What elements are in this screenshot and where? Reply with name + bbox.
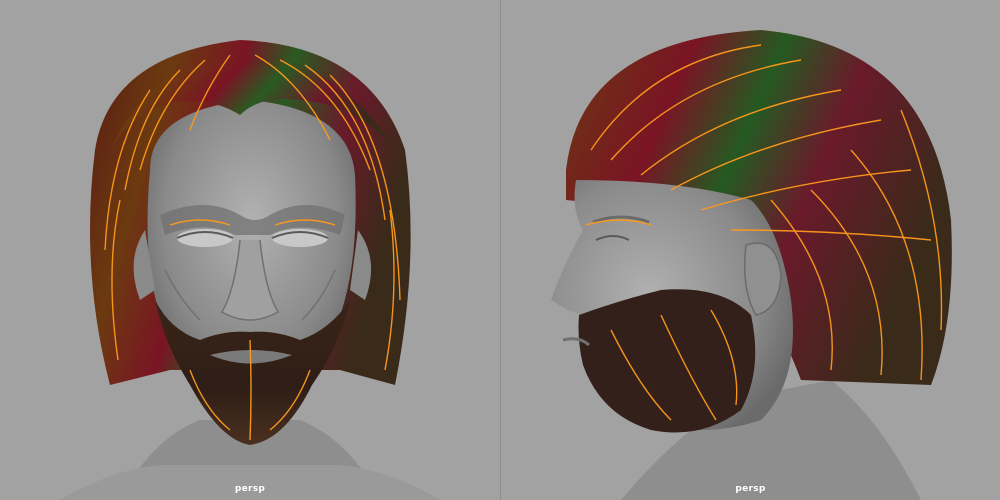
viewport-front[interactable]: persp: [0, 0, 500, 500]
camera-label: persp: [234, 484, 266, 494]
camera-label: persp: [735, 484, 766, 494]
front-head-render: [60, 40, 440, 500]
viewport-panels: persp persp: [0, 0, 1000, 500]
viewport-side[interactable]: persp: [500, 0, 1000, 500]
beard: [578, 289, 756, 433]
side-head-render: [551, 30, 952, 500]
